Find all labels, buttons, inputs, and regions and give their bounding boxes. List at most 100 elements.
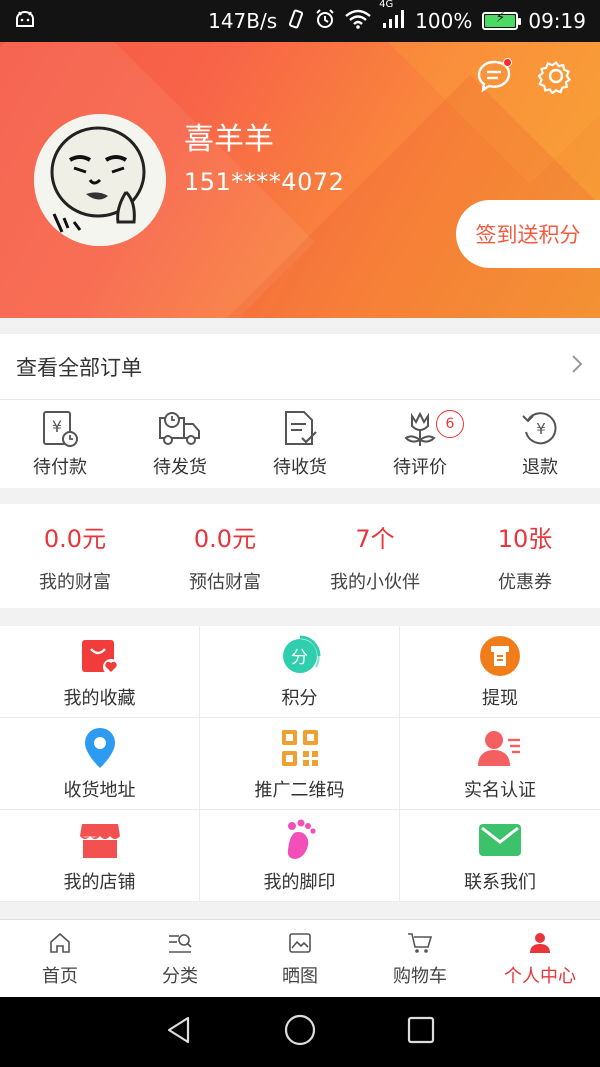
vibrate-icon — [287, 9, 305, 34]
footprint-icon — [278, 818, 322, 862]
review-count-badge: 6 — [436, 410, 464, 438]
stat-value: 0.0元 — [43, 524, 107, 553]
profile-header: 喜羊羊 151****4072 签到送积分 — [0, 42, 600, 318]
order-status-bar: ¥ 待付款 待发货 待收货 6 待评价 ¥ 退款 — [0, 400, 600, 488]
checkin-label: 签到送积分 — [475, 223, 581, 247]
recents-icon[interactable] — [406, 1015, 436, 1049]
order-status-pending-receipt[interactable]: 待收货 — [240, 400, 360, 488]
person-icon — [527, 930, 553, 956]
bottom-tab-bar: 首页 分类 晒图 购物车 个人中心 — [0, 919, 600, 997]
tab-home[interactable]: 首页 — [0, 920, 120, 997]
order-status-label: 待付款 — [33, 457, 87, 478]
document-check-icon — [278, 409, 322, 449]
system-nav-bar — [0, 997, 600, 1067]
battery-icon: ⚡ — [482, 10, 522, 30]
grid-item-label: 推广二维码 — [254, 779, 345, 801]
tab-label: 购物车 — [393, 965, 447, 987]
network-type: 4G — [379, 0, 394, 10]
qr-code-icon — [278, 726, 322, 770]
home-icon — [47, 930, 73, 956]
feature-grid: 我的收藏 分 积分 提现 收货地址 推广二维码 实名认证 我的店铺 我的脚印 联… — [0, 626, 600, 902]
refund-yen-icon: ¥ — [518, 409, 562, 449]
order-status-pending-payment[interactable]: ¥ 待付款 — [0, 400, 120, 488]
tab-category[interactable]: 分类 — [120, 920, 240, 997]
cart-icon — [407, 930, 433, 956]
favorite-bag-icon — [78, 634, 122, 678]
wallet-yen-icon: ¥ — [38, 409, 82, 449]
network-speed: 147B/s — [208, 9, 278, 33]
signal-icon: 4G — [379, 0, 405, 34]
flower-icon — [398, 409, 442, 449]
stat-my-partners[interactable]: 7个 我的小伙伴 — [300, 504, 450, 608]
chevron-right-icon — [570, 353, 584, 381]
tab-label: 分类 — [162, 965, 198, 987]
tab-label: 晒图 — [282, 965, 318, 987]
gear-icon — [537, 58, 574, 98]
stat-my-wealth[interactable]: 0.0元 我的财富 — [0, 504, 150, 608]
tab-photos[interactable]: 晒图 — [240, 920, 360, 997]
order-status-pending-shipment[interactable]: 待发货 — [120, 400, 240, 488]
svg-text:¥: ¥ — [52, 417, 62, 436]
tab-label: 首页 — [42, 965, 78, 987]
all-orders-row[interactable]: 查看全部订单 — [0, 334, 600, 400]
stat-value: 7个 — [355, 524, 395, 553]
stat-label: 我的财富 — [39, 571, 111, 593]
home-circle-icon[interactable] — [283, 1013, 317, 1051]
grid-item-contact-us[interactable]: 联系我们 — [400, 810, 600, 902]
wealth-stats: 0.0元 我的财富 0.0元 预估财富 7个 我的小伙伴 10张 优惠券 — [0, 504, 600, 608]
order-status-label: 待收货 — [273, 457, 327, 478]
stat-value: 0.0元 — [193, 524, 257, 553]
grid-item-label: 我的店铺 — [63, 871, 136, 893]
location-pin-icon — [78, 726, 122, 770]
grid-item-label: 我的脚印 — [263, 871, 336, 893]
status-bar: 147B/s 4G 100% ⚡ 09:19 — [0, 0, 600, 42]
order-status-label: 待发货 — [153, 457, 207, 478]
order-status-refund[interactable]: ¥ 退款 — [480, 400, 600, 488]
grid-item-points[interactable]: 分 积分 — [200, 626, 400, 718]
battery-percent: 100% — [415, 9, 473, 33]
grid-item-my-shop[interactable]: 我的店铺 — [0, 810, 200, 902]
svg-text:¥: ¥ — [536, 420, 546, 438]
grid-item-label: 实名认证 — [464, 779, 536, 801]
id-verify-icon — [478, 726, 522, 770]
tab-label: 个人中心 — [504, 965, 576, 987]
mail-icon — [478, 818, 522, 862]
stat-label: 我的小伙伴 — [330, 571, 420, 593]
tab-cart[interactable]: 购物车 — [360, 920, 480, 997]
grid-item-label: 提现 — [482, 687, 518, 709]
shop-icon — [78, 818, 122, 862]
order-status-label: 待评价 — [393, 457, 447, 478]
android-icon — [14, 9, 54, 33]
message-button[interactable] — [474, 58, 514, 98]
stat-estimated-wealth[interactable]: 0.0元 预估财富 — [150, 504, 300, 608]
grid-item-label: 联系我们 — [464, 871, 536, 893]
wifi-icon — [345, 9, 371, 34]
settings-button[interactable] — [536, 58, 576, 98]
grid-item-address[interactable]: 收货地址 — [0, 718, 200, 810]
grid-item-withdraw[interactable]: 提现 — [400, 626, 600, 718]
notification-dot — [503, 58, 512, 67]
stat-coupons[interactable]: 10张 优惠券 — [450, 504, 600, 608]
checkin-button[interactable]: 签到送积分 — [456, 200, 600, 268]
stat-label: 优惠券 — [498, 571, 552, 593]
phone-number: 151****4072 — [184, 168, 345, 196]
grid-item-label: 积分 — [281, 687, 318, 709]
grid-item-verification[interactable]: 实名认证 — [400, 718, 600, 810]
grid-item-footprint[interactable]: 我的脚印 — [200, 810, 400, 902]
avatar[interactable] — [34, 114, 166, 246]
grid-item-qr-code[interactable]: 推广二维码 — [200, 718, 400, 810]
tab-profile[interactable]: 个人中心 — [480, 920, 600, 997]
grid-item-label: 收货地址 — [63, 779, 136, 801]
grid-item-favorites[interactable]: 我的收藏 — [0, 626, 200, 718]
stat-label: 预估财富 — [189, 571, 261, 593]
all-orders-label: 查看全部订单 — [16, 355, 142, 380]
grid-item-label: 我的收藏 — [63, 687, 136, 709]
withdraw-icon — [478, 634, 522, 678]
back-icon[interactable] — [164, 1015, 194, 1049]
order-status-label: 退款 — [522, 457, 558, 478]
order-status-pending-review[interactable]: 6 待评价 — [360, 400, 480, 488]
alarm-icon — [315, 8, 335, 34]
clock: 09:19 — [528, 9, 586, 33]
points-icon-text: 分 — [291, 647, 308, 668]
truck-icon — [158, 409, 202, 449]
